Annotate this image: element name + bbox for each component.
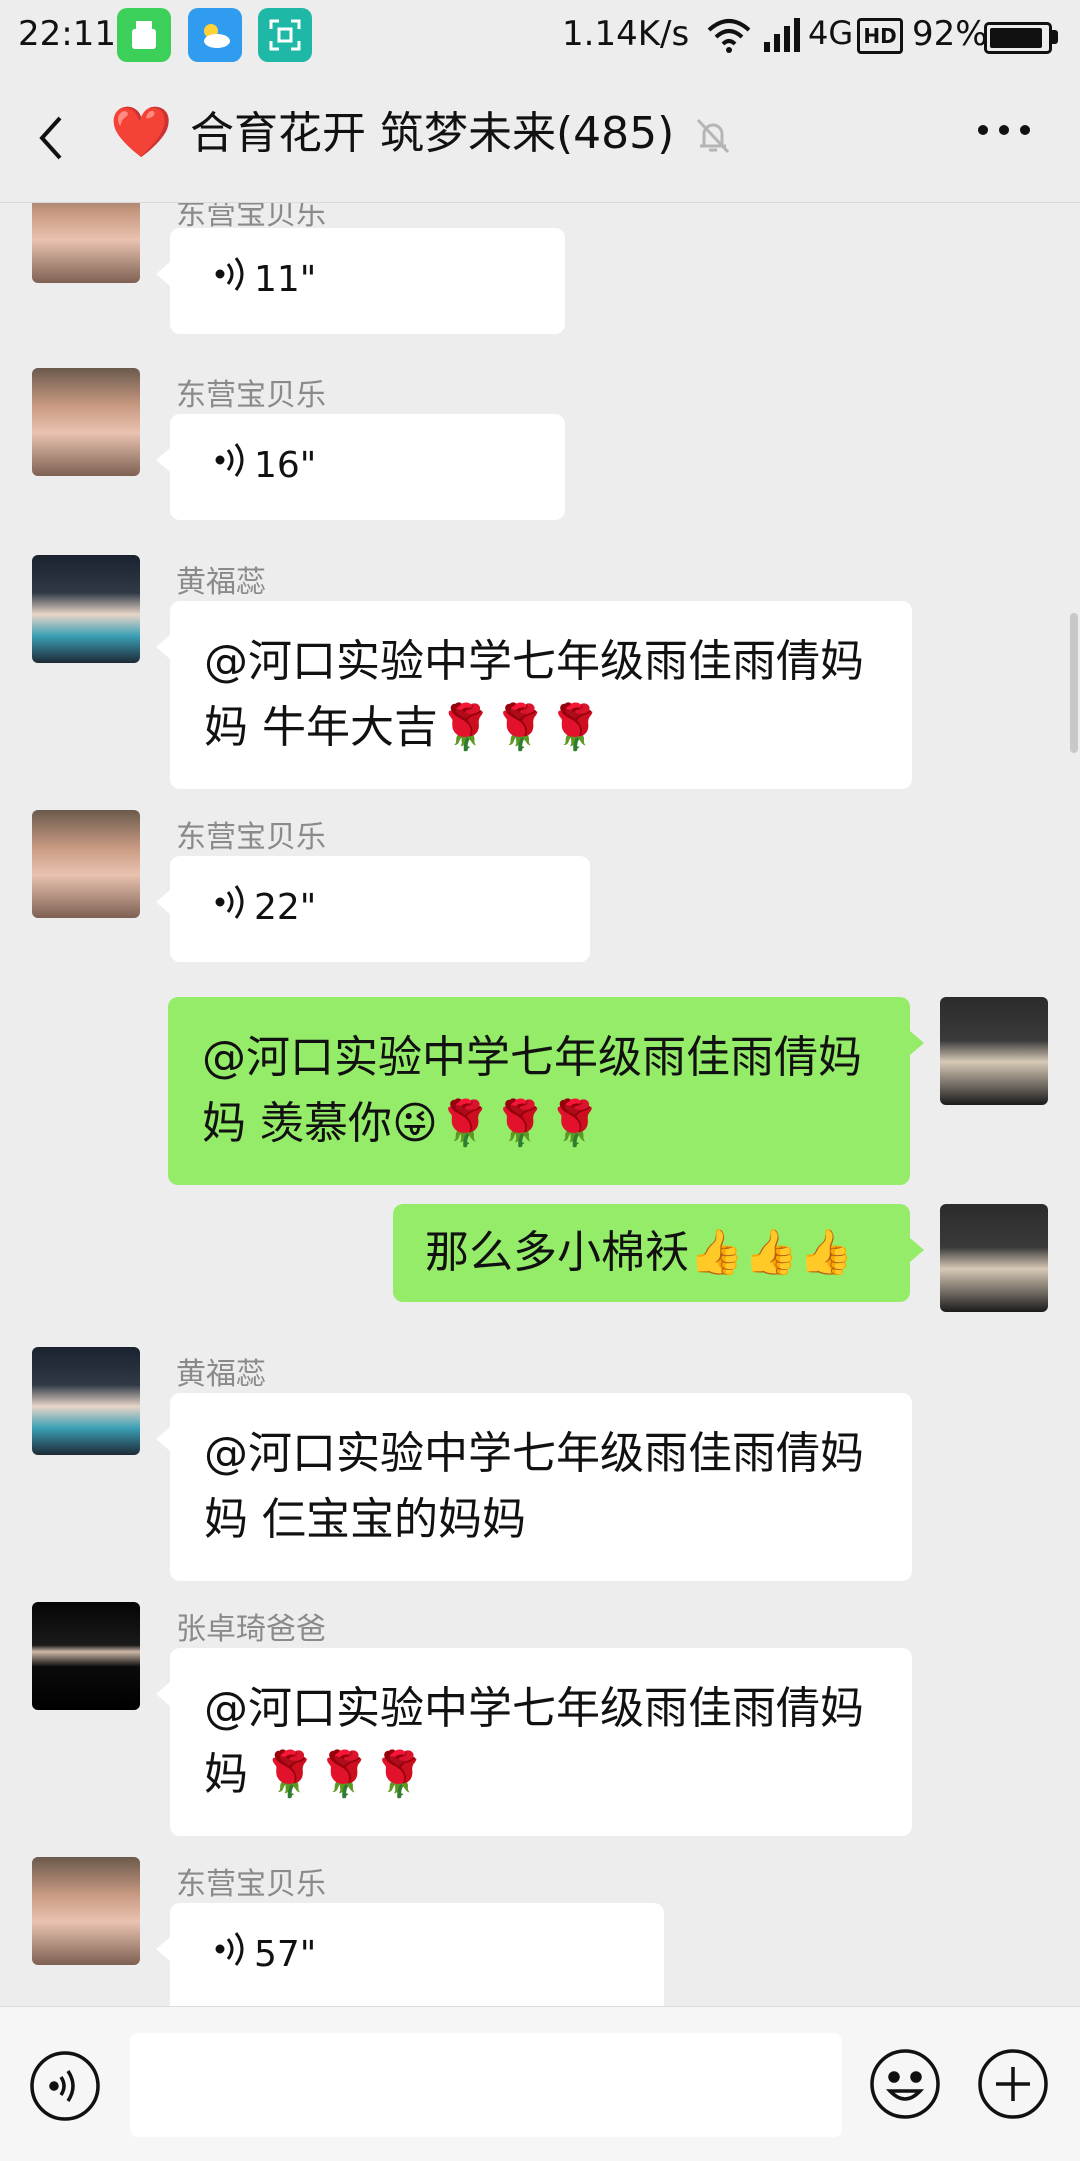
sender-name: 东营宝贝乐 bbox=[176, 378, 326, 413]
sender-name: 黄福蕊 bbox=[176, 565, 266, 600]
message-line: 妈 羡慕你😜🌹🌹🌹 bbox=[202, 1098, 603, 1149]
message-line: 那么多小棉袄👍👍👍 bbox=[425, 1227, 854, 1278]
my-avatar[interactable] bbox=[940, 997, 1048, 1105]
voice-duration: 16" bbox=[254, 445, 317, 486]
back-arrow-icon[interactable] bbox=[34, 114, 68, 166]
heart-icon: ❤️ bbox=[110, 103, 173, 161]
signal-icon bbox=[762, 16, 806, 63]
hd-badge: HD bbox=[857, 18, 903, 54]
status-bar: 22:11 1.14K/s 4G HD 92% bbox=[0, 0, 1080, 74]
avatar[interactable] bbox=[32, 1602, 140, 1710]
message-line: @河口实验中学七年级雨佳雨倩妈 bbox=[204, 1683, 864, 1734]
sender-name: 东营宝贝乐 bbox=[176, 1867, 326, 1902]
battery-percent: 92% bbox=[912, 14, 988, 54]
net-speed: 1.14K/s bbox=[562, 14, 690, 54]
cleaner-app-icon bbox=[117, 8, 171, 62]
weather-app-icon bbox=[188, 8, 242, 62]
message-line: @河口实验中学七年级雨佳雨倩妈 bbox=[202, 1032, 862, 1083]
avatar[interactable] bbox=[32, 1857, 140, 1965]
text-message-bubble[interactable]: @河口实验中学七年级雨佳雨倩妈 妈 🌹🌹🌹 bbox=[156, 1648, 912, 1836]
message-line: @河口实验中学七年级雨佳雨倩妈 bbox=[204, 1428, 864, 1479]
avatar[interactable] bbox=[32, 368, 140, 476]
sender-name: 东营宝贝乐 bbox=[176, 820, 326, 855]
voice-duration: 22" bbox=[254, 887, 317, 928]
voice-message-bubble[interactable]: 16" bbox=[156, 414, 565, 520]
wifi-icon bbox=[706, 18, 752, 63]
emoji-icon[interactable] bbox=[868, 2047, 942, 2125]
message-input[interactable] bbox=[130, 2033, 842, 2137]
chat-header: ❤️ 合育花开 筑梦未来(485) bbox=[0, 74, 1080, 203]
plus-icon[interactable] bbox=[976, 2047, 1050, 2125]
battery-icon bbox=[984, 22, 1052, 54]
text-message-bubble[interactable]: @河口实验中学七年级雨佳雨倩妈 妈 牛年大吉🌹🌹🌹 bbox=[156, 601, 912, 789]
my-avatar[interactable] bbox=[940, 1204, 1048, 1312]
text-message-bubble[interactable]: @河口实验中学七年级雨佳雨倩妈 妈 羡慕你😜🌹🌹🌹 bbox=[168, 997, 924, 1185]
more-options-icon[interactable] bbox=[976, 122, 1032, 141]
voice-message-bubble[interactable]: 57" bbox=[156, 1903, 664, 2006]
voice-message-bubble[interactable]: 11" bbox=[156, 228, 565, 334]
sender-name: 黄福蕊 bbox=[176, 1357, 266, 1392]
voice-message-bubble[interactable]: 22" bbox=[156, 856, 590, 962]
voice-input-icon[interactable] bbox=[28, 2049, 102, 2127]
avatar[interactable] bbox=[32, 810, 140, 918]
voice-wave-icon bbox=[214, 440, 250, 494]
scrollbar[interactable] bbox=[1070, 613, 1078, 753]
voice-wave-icon bbox=[214, 882, 250, 936]
avatar[interactable] bbox=[32, 555, 140, 663]
message-line: @河口实验中学七年级雨佳雨倩妈 bbox=[204, 636, 864, 687]
mute-bell-icon bbox=[694, 116, 732, 160]
status-time: 22:11 bbox=[18, 14, 116, 54]
chat-title: 合育花开 筑梦未来(485) bbox=[190, 108, 675, 159]
voice-wave-icon bbox=[214, 254, 250, 308]
text-message-bubble[interactable]: @河口实验中学七年级雨佳雨倩妈 妈 仨宝宝的妈妈 bbox=[156, 1393, 912, 1581]
message-line: 妈 仨宝宝的妈妈 bbox=[204, 1494, 526, 1545]
text-message-bubble[interactable]: 那么多小棉袄👍👍👍 bbox=[393, 1204, 924, 1302]
message-line: 妈 牛年大吉🌹🌹🌹 bbox=[204, 702, 603, 753]
network-type: 4G bbox=[808, 14, 854, 52]
chat-message-list[interactable]: 东营宝贝乐 11" 东营宝贝乐 16" 黄福蕊 @河口实验中学七年级雨佳雨倩妈 … bbox=[0, 203, 1080, 2006]
battery-fill bbox=[990, 28, 1042, 48]
sender-name: 张卓琦爸爸 bbox=[176, 1612, 326, 1647]
avatar[interactable] bbox=[32, 203, 140, 283]
avatar[interactable] bbox=[32, 1347, 140, 1455]
voice-duration: 57" bbox=[254, 1934, 317, 1975]
message-line: 妈 🌹🌹🌹 bbox=[204, 1749, 427, 1800]
battery-tip bbox=[1052, 30, 1058, 44]
scan-app-icon bbox=[258, 8, 312, 62]
voice-duration: 11" bbox=[254, 259, 317, 300]
voice-wave-icon bbox=[214, 1929, 250, 1983]
input-bar bbox=[0, 2006, 1080, 2161]
